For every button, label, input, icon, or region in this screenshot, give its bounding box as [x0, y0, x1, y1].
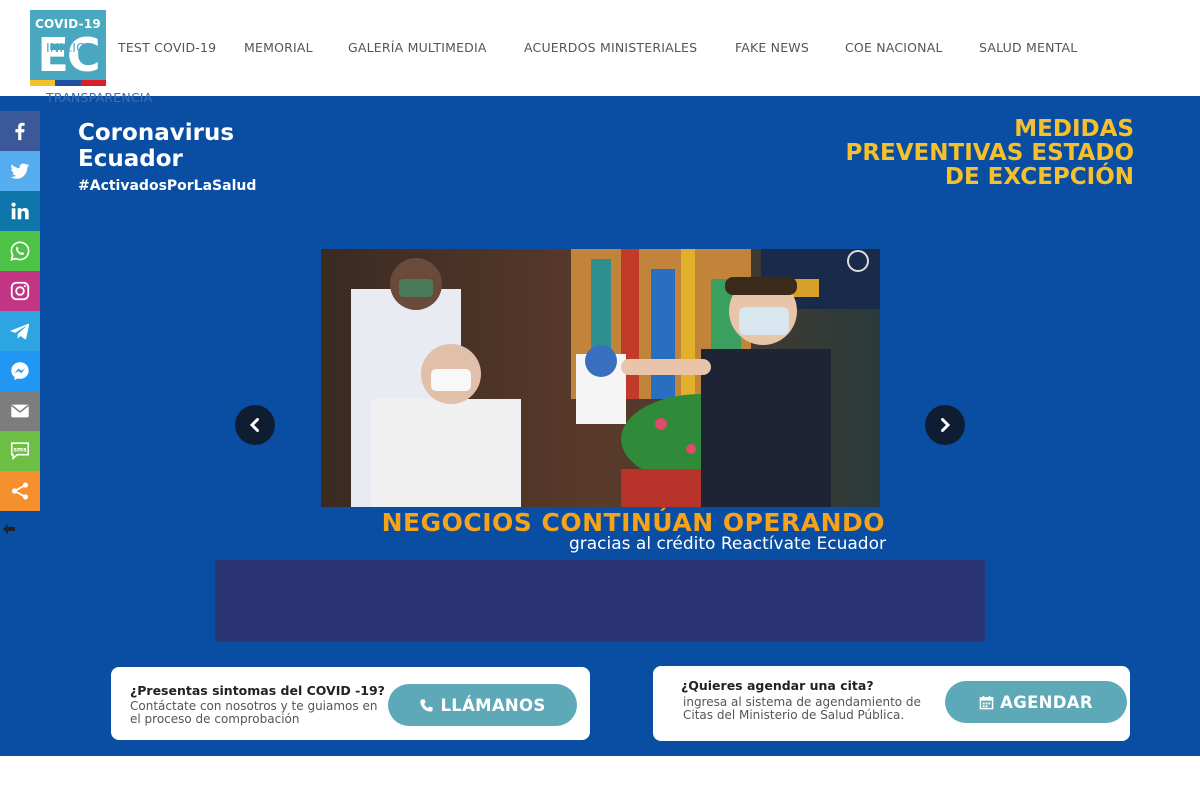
call-button[interactable]: LLÁMANOS: [388, 684, 577, 726]
measures-line1: MEDIDAS: [1014, 116, 1134, 142]
instagram-icon: [10, 281, 30, 301]
slide-caption-main: NEGOCIOS CONTINÚAN OPERANDO: [381, 508, 885, 537]
nav-item-acuerdos[interactable]: ACUERDOS MINISTERIALES: [524, 40, 697, 55]
nav-item-test-covid[interactable]: TEST COVID-19: [118, 40, 216, 55]
site-header: COVID-19 EC INICIO TEST COVID-19 MEMORIA…: [0, 0, 1200, 96]
call-card-title: ¿Presentas sintomas del COVID -19?: [130, 683, 385, 698]
facebook-share-button[interactable]: [0, 111, 40, 151]
chevron-right-icon: [941, 418, 951, 432]
social-share-bar: sms: [0, 111, 40, 511]
measures-line2: PREVENTIVAS ESTADO: [845, 140, 1134, 166]
share-icon: [11, 482, 29, 500]
email-icon: [11, 404, 29, 418]
instagram-share-button[interactable]: [0, 271, 40, 311]
call-button-label: LLÁMANOS: [440, 695, 546, 715]
logo-flag-stripe: [30, 80, 106, 86]
carousel-footer-panel: [215, 560, 985, 642]
brand-title-line1: Coronavirus: [78, 120, 235, 146]
carousel-slide-photo[interactable]: [321, 249, 880, 507]
nav-item-fake-news[interactable]: FAKE NEWS: [735, 40, 809, 55]
schedule-button[interactable]: AGENDAR: [945, 681, 1127, 723]
slide-photo-illustration: [321, 249, 880, 507]
sms-icon: sms: [10, 442, 30, 461]
measures-line3: DE EXCEPCIÓN: [944, 164, 1134, 190]
calendar-icon: [979, 695, 994, 709]
chevron-left-icon: [249, 418, 259, 432]
more-share-button[interactable]: [0, 471, 40, 511]
twitter-icon: [10, 163, 30, 179]
brand-title: Coronavirus Ecuador: [78, 120, 234, 172]
linkedin-icon: [11, 202, 29, 220]
appointment-card: ¿Quieres agendar una cita? ingresa al si…: [653, 666, 1130, 741]
email-share-button[interactable]: [0, 391, 40, 431]
nav-item-salud-mental[interactable]: SALUD MENTAL: [979, 40, 1077, 55]
carousel-next-button[interactable]: [925, 405, 965, 445]
slide-caption-sub: gracias al crédito Reactívate Ecuador: [568, 534, 886, 554]
nav-item-memorial[interactable]: MEMORIAL: [244, 40, 313, 55]
nav-item-coe-nacional[interactable]: COE NACIONAL: [845, 40, 943, 55]
whatsapp-share-button[interactable]: [0, 231, 40, 271]
brand-hashtag: #ActivadosPorLaSalud: [78, 178, 257, 194]
call-card-description: Contáctate con nosotros y te guiamos en …: [130, 699, 378, 726]
appointment-card-description: ingresa al sistema de agendamiento de Ci…: [683, 695, 921, 722]
telegram-icon: [10, 323, 30, 340]
call-card: ¿Presentas sintomas del COVID -19? Contá…: [111, 667, 590, 740]
facebook-icon: [15, 122, 25, 141]
nav-item-transparencia[interactable]: TRANSPARENCIA: [46, 90, 152, 105]
measures-heading: MEDIDAS PREVENTIVAS ESTADO DE EXCEPCIÓN: [774, 117, 1134, 189]
linkedin-share-button[interactable]: [0, 191, 40, 231]
nav-item-galeria[interactable]: GALERÍA MULTIMEDIA: [348, 40, 487, 55]
phone-icon: [420, 698, 434, 712]
appointment-card-title: ¿Quieres agendar una cita?: [681, 678, 874, 693]
whatsapp-icon: [10, 241, 30, 261]
messenger-icon: [11, 362, 29, 381]
sms-share-button[interactable]: sms: [0, 431, 40, 471]
hide-share-bar-icon[interactable]: [2, 521, 16, 535]
messenger-share-button[interactable]: [0, 351, 40, 391]
twitter-share-button[interactable]: [0, 151, 40, 191]
logo-big-text: EC: [37, 28, 100, 82]
carousel-prev-button[interactable]: [235, 405, 275, 445]
nav-item-inicio[interactable]: INICIO: [46, 40, 86, 55]
schedule-button-label: AGENDAR: [1000, 692, 1093, 712]
brand-title-line2: Ecuador: [78, 146, 183, 172]
svg-text:sms: sms: [13, 446, 27, 453]
telegram-share-button[interactable]: [0, 311, 40, 351]
